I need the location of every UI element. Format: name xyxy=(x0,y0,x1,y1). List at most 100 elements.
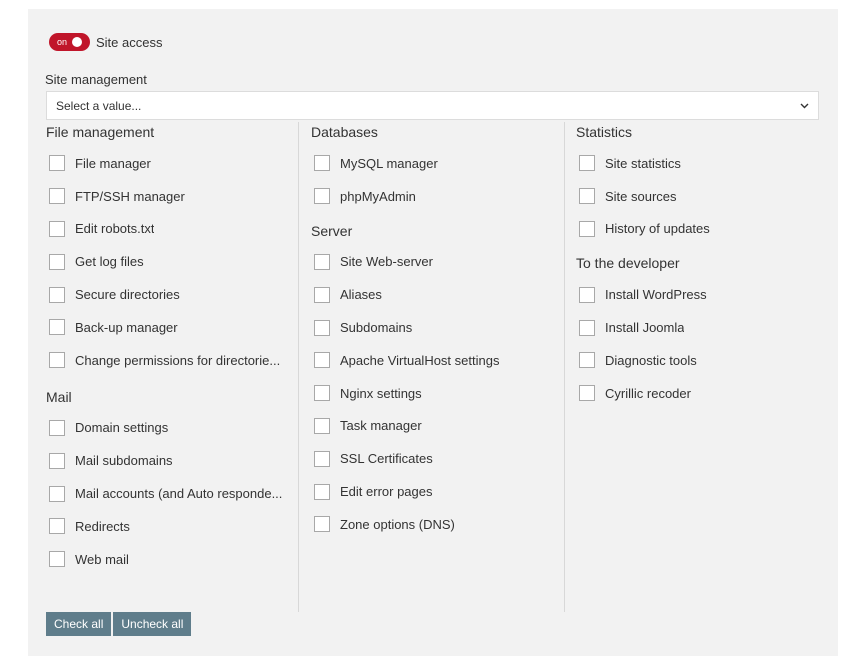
permission-item[interactable]: SSL Certificates xyxy=(311,442,564,475)
permission-checkbox[interactable] xyxy=(49,253,65,270)
permission-checkbox[interactable] xyxy=(49,452,65,469)
permission-label: Site sources xyxy=(605,188,677,204)
permission-item[interactable]: Install WordPress xyxy=(576,278,826,311)
permission-checkbox[interactable] xyxy=(49,485,65,502)
group-items: Domain settings Mail subdomains Mail accou… xyxy=(46,412,298,576)
permission-label: Site Web-server xyxy=(340,254,433,270)
permission-checkbox[interactable] xyxy=(579,286,595,303)
toggle-knob xyxy=(72,37,82,47)
permission-checkbox[interactable] xyxy=(314,483,330,500)
permission-checkbox[interactable] xyxy=(314,253,330,270)
permission-checkbox[interactable] xyxy=(579,188,595,205)
group-items: Install WordPress Install Joomla Diagnosti… xyxy=(576,278,826,409)
permission-item[interactable]: Site sources xyxy=(576,180,826,213)
permission-item[interactable]: Edit robots.txt xyxy=(46,213,298,246)
permission-checkbox[interactable] xyxy=(579,220,595,237)
permission-checkbox[interactable] xyxy=(314,155,330,172)
group-file-management: File management File manager FTP/SSH mana… xyxy=(46,122,298,377)
group-items: MySQL manager phpMyAdmin xyxy=(311,147,564,213)
permission-checkbox[interactable] xyxy=(314,417,330,434)
group-items: Site statistics Site sources History of up… xyxy=(576,147,826,245)
permission-item[interactable]: Mail accounts (and Auto responde... xyxy=(46,477,298,510)
permission-checkbox[interactable] xyxy=(49,155,65,172)
permission-item[interactable]: Web mail xyxy=(46,543,298,576)
permission-checkbox[interactable] xyxy=(49,352,65,369)
group-items: File manager FTP/SSH manager Edit robots.t… xyxy=(46,147,298,377)
permission-checkbox[interactable] xyxy=(49,188,65,205)
chevron-down-icon xyxy=(800,100,809,112)
permission-item[interactable]: Secure directories xyxy=(46,278,298,311)
permission-item[interactable]: Edit error pages xyxy=(311,475,564,508)
site-management-label: Site management xyxy=(45,72,147,87)
permission-item[interactable]: Back-up manager xyxy=(46,311,298,344)
permission-label: FTP/SSH manager xyxy=(75,188,185,204)
permission-checkbox[interactable] xyxy=(49,419,65,436)
site-access-label: Site access xyxy=(96,34,163,50)
group-title: File management xyxy=(46,124,155,140)
permission-checkbox[interactable] xyxy=(314,188,330,205)
column-1: File management File manager FTP/SSH mana… xyxy=(46,122,299,612)
permission-item[interactable]: MySQL manager xyxy=(311,147,564,180)
permission-checkbox[interactable] xyxy=(49,286,65,303)
permission-item[interactable]: History of updates xyxy=(576,213,826,246)
group-title: Statistics xyxy=(576,124,633,140)
permission-checkbox[interactable] xyxy=(314,352,330,369)
permission-label: Get log files xyxy=(75,254,144,270)
permission-item[interactable]: Subdomains xyxy=(311,311,564,344)
permission-label: Subdomains xyxy=(340,320,413,336)
permission-item[interactable]: Apache VirtualHost settings xyxy=(311,344,564,377)
site-access-toggle[interactable]: on xyxy=(49,33,90,51)
permission-checkbox[interactable] xyxy=(314,516,330,533)
permission-item[interactable]: Get log files xyxy=(46,245,298,278)
permission-item[interactable]: Install Joomla xyxy=(576,311,826,344)
permission-item[interactable]: File manager xyxy=(46,147,298,180)
permission-label: Mail subdomains xyxy=(75,453,173,469)
permission-checkbox[interactable] xyxy=(579,385,595,402)
permission-item[interactable]: Zone options (DNS) xyxy=(311,508,564,541)
group-databases: Databases MySQL manager phpMyAdmin xyxy=(311,122,564,213)
check-all-button[interactable]: Check all xyxy=(46,612,112,636)
permission-item[interactable]: Domain settings xyxy=(46,412,298,445)
group-title: Server xyxy=(311,222,353,239)
permission-item[interactable]: Mail subdomains xyxy=(46,444,298,477)
site-management-select[interactable]: Select a value... xyxy=(46,91,819,120)
permission-item[interactable]: Cyrillic recoder xyxy=(576,377,826,410)
permission-item[interactable]: phpMyAdmin xyxy=(311,180,564,213)
permission-checkbox[interactable] xyxy=(49,319,65,336)
permission-item[interactable]: Nginx settings xyxy=(311,377,564,410)
permission-item[interactable]: Change permissions for directorie... xyxy=(46,344,298,377)
permission-checkbox[interactable] xyxy=(49,220,65,237)
permission-checkbox[interactable] xyxy=(314,385,330,402)
group-title: To the developer xyxy=(576,255,680,272)
permission-item[interactable]: Redirects xyxy=(46,510,298,543)
permission-checkbox[interactable] xyxy=(579,155,595,172)
permission-checkbox[interactable] xyxy=(314,286,330,303)
permission-item[interactable]: Site statistics xyxy=(576,147,826,180)
permission-checkbox[interactable] xyxy=(49,551,65,568)
permission-label: Install WordPress xyxy=(605,287,707,303)
permission-item[interactable]: Site Web-server xyxy=(311,246,564,279)
permission-label: Back-up manager xyxy=(75,319,178,335)
permission-checkbox[interactable] xyxy=(49,518,65,535)
permission-checkbox[interactable] xyxy=(579,319,595,336)
permission-label: Secure directories xyxy=(75,287,180,303)
permission-item[interactable]: Aliases xyxy=(311,278,564,311)
permission-label: Install Joomla xyxy=(605,320,685,336)
permission-label: phpMyAdmin xyxy=(340,188,416,204)
permission-label: Change permissions for directorie... xyxy=(75,352,281,368)
permission-checkbox[interactable] xyxy=(579,352,595,369)
permission-item[interactable]: Diagnostic tools xyxy=(576,344,826,377)
permission-label: Diagnostic tools xyxy=(605,352,697,368)
permission-label: Edit error pages xyxy=(340,484,433,500)
site-access-row: on Site access xyxy=(49,33,162,51)
group-statistics: Statistics Site statistics Site sources Hi… xyxy=(576,122,826,245)
permissions-panel: on Site access Site management Select a … xyxy=(28,9,838,656)
permission-item[interactable]: Task manager xyxy=(311,410,564,443)
permission-checkbox[interactable] xyxy=(314,450,330,467)
group-mail: Mail Domain settings Mail subdomains Mail … xyxy=(46,387,298,576)
permission-label: Zone options (DNS) xyxy=(340,516,455,532)
permission-item[interactable]: FTP/SSH manager xyxy=(46,180,298,213)
permission-label: Domain settings xyxy=(75,420,169,436)
permission-checkbox[interactable] xyxy=(314,319,330,336)
uncheck-all-button[interactable]: Uncheck all xyxy=(113,612,192,636)
